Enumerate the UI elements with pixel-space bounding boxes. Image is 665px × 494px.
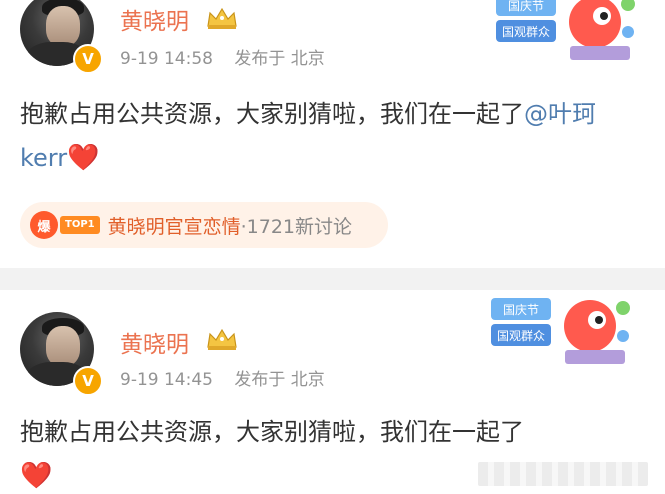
promo-line1: 国庆节 xyxy=(508,0,544,13)
post-location: 发布于 北京 xyxy=(234,49,325,69)
post-date: 9-19 14:58 xyxy=(120,49,213,69)
post-text: 抱歉占用公共资源，大家别猜啦，我们在一起了 xyxy=(20,418,524,446)
weibo-post: V 黄晓明 9-19 14:58 发布于 北京 抱歉占用公共资源，大家别猜啦，我… xyxy=(0,0,665,268)
topic-count: ·1721新讨论 xyxy=(240,215,353,238)
rank-label: TOP1 xyxy=(60,216,100,234)
heart-icon: ❤️ xyxy=(67,143,100,173)
weibo-feed: V 黄晓明 9-19 14:58 发布于 北京 抱歉占用公共资源，大家别猜啦，我… xyxy=(0,0,665,494)
national-day-promo-icon[interactable]: 国庆节 国观群众 xyxy=(490,0,640,64)
promo-line2: 国观群众 xyxy=(502,25,550,39)
hot-badge-icon: 爆 xyxy=(30,211,58,239)
username[interactable]: 黄晓明 xyxy=(120,2,189,36)
watermark xyxy=(478,462,648,486)
promo-line2: 国观群众 xyxy=(497,329,545,343)
post-text: 抱歉占用公共资源，大家别猜啦，我们在一起了 xyxy=(20,100,524,128)
username[interactable]: 黄晓明 xyxy=(120,325,189,359)
post-content: 抱歉占用公共资源，大家别猜啦，我们在一起了@叶珂 kerr❤️ xyxy=(20,92,650,180)
promo-line1: 国庆节 xyxy=(503,303,539,317)
post-separator xyxy=(0,268,665,290)
post-meta: 9-19 14:58 发布于 北京 xyxy=(120,44,341,69)
post-meta: 9-19 14:45 发布于 北京 xyxy=(120,365,341,390)
crown-icon xyxy=(207,328,237,350)
topic-text: 黄晓明官宣恋情·1721新讨论 xyxy=(108,212,352,239)
post-date: 9-19 14:45 xyxy=(120,370,213,390)
hot-topic-pill[interactable]: 爆 TOP1 黄晓明官宣恋情·1721新讨论 xyxy=(20,202,388,248)
topic-title: 黄晓明官宣恋情 xyxy=(107,215,241,238)
post-location: 发布于 北京 xyxy=(234,370,325,390)
verified-badge-icon: V xyxy=(73,44,103,74)
avatar-face xyxy=(46,326,80,366)
verified-badge-icon: V xyxy=(73,366,103,396)
avatar-face xyxy=(46,6,80,46)
national-day-promo-icon[interactable]: 国庆节 国观群众 xyxy=(485,290,635,368)
crown-icon xyxy=(207,7,237,29)
